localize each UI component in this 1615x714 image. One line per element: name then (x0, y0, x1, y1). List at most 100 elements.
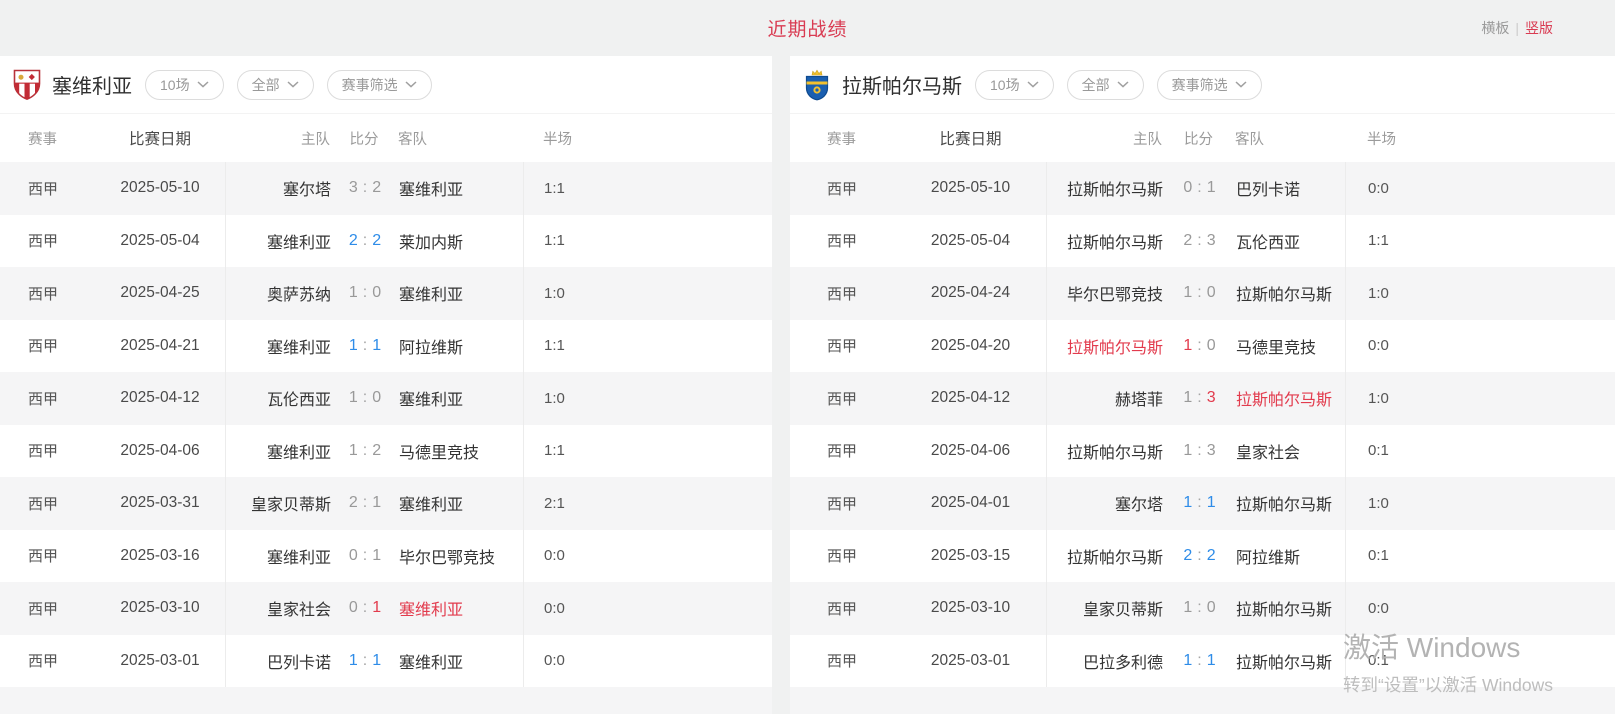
col-half: 半场 (523, 114, 772, 162)
match-row[interactable]: 西甲2025-04-25奥萨苏纳1:0塞维利亚1:0 (0, 267, 772, 320)
match-row[interactable]: 西甲2025-03-15拉斯帕尔马斯2:2阿拉维斯0:1 (790, 530, 1615, 583)
home-team: 塞维利亚 (226, 229, 331, 253)
score-colon: : (358, 547, 372, 564)
home-team: 皇家社会 (226, 596, 331, 620)
venue-filter-dropdown[interactable]: 全部 (1067, 70, 1144, 100)
home-score: 1 (349, 389, 358, 406)
range-filter-dropdown[interactable]: 10场 (975, 70, 1054, 100)
match-cell: 塞维利亚1:1阿拉维斯 (225, 320, 523, 373)
layout-horizontal-link[interactable]: 横板 (1481, 18, 1509, 38)
away-team: 塞维利亚 (399, 649, 523, 673)
home-team: 拉斯帕尔马斯 (1047, 439, 1163, 463)
col-match: 主队 比分 客队 (1046, 114, 1345, 162)
match-row[interactable]: 西甲2025-04-12瓦伦西亚1:0塞维利亚1:0 (0, 372, 772, 425)
away-score: 3 (1207, 232, 1216, 249)
halftime-cell: 1:0 (1345, 267, 1615, 320)
match-row[interactable]: 西甲2025-03-10皇家贝蒂斯1:0拉斯帕尔马斯0:0 (790, 582, 1615, 635)
col-score: 比分 (1162, 128, 1235, 149)
score-colon: : (358, 179, 372, 196)
away-team: 阿拉维斯 (399, 334, 523, 358)
home-score: 3 (349, 179, 358, 196)
match-row[interactable]: 西甲2025-04-12赫塔菲1:3拉斯帕尔马斯1:0 (790, 372, 1615, 425)
score-colon: : (358, 599, 372, 616)
away-score: 0 (372, 389, 381, 406)
match-row[interactable]: 西甲2025-05-04塞维利亚2:2莱加内斯1:1 (0, 215, 772, 268)
score: 2:3 (1163, 232, 1236, 250)
home-team: 奥萨苏纳 (226, 281, 331, 305)
match-row[interactable]: 西甲2025-04-24毕尔巴鄂竞技1:0拉斯帕尔马斯1:0 (790, 267, 1615, 320)
layout-vertical-link[interactable]: 竖版 (1525, 18, 1553, 38)
away-team: 塞维利亚 (399, 281, 523, 305)
match-row[interactable]: 西甲2025-05-10拉斯帕尔马斯0:1巴列卡诺0:0 (790, 162, 1615, 215)
match-row[interactable]: 西甲2025-03-10皇家社会0:1塞维利亚0:0 (0, 582, 772, 635)
team-name: 拉斯帕尔马斯 (842, 70, 962, 99)
match-cell: 拉斯帕尔马斯2:3瓦伦西亚 (1046, 215, 1345, 268)
competition-filter-dropdown[interactable]: 赛事筛选 (1157, 70, 1262, 100)
away-team: 拉斯帕尔马斯 (1236, 281, 1345, 305)
home-score: 1 (349, 652, 358, 669)
match-cell: 皇家贝蒂斯1:0拉斯帕尔马斯 (1046, 582, 1345, 635)
match-row[interactable]: 西甲2025-03-31皇家贝蒂斯2:1塞维利亚2:1 (0, 477, 772, 530)
home-score: 1 (1183, 337, 1192, 354)
league-cell: 西甲 (0, 650, 95, 671)
score-colon: : (1192, 232, 1206, 249)
league-cell: 西甲 (0, 598, 95, 619)
match-row[interactable]: 西甲2025-03-01巴拉多利德1:1拉斯帕尔马斯0:1 (790, 635, 1615, 688)
table-header: 赛事 比赛日期 主队 比分 客队 半场 (790, 114, 1615, 162)
home-team: 塞维利亚 (226, 544, 331, 568)
team-header: 拉斯帕尔马斯 10场 全部 赛事筛选 (790, 56, 1615, 114)
away-score: 3 (1207, 442, 1216, 459)
match-row[interactable]: 西甲2025-05-10塞尔塔3:2塞维利亚1:1 (0, 162, 772, 215)
match-cell: 塞维利亚0:1毕尔巴鄂竞技 (225, 530, 523, 583)
score-colon: : (358, 232, 372, 249)
home-team: 皇家贝蒂斯 (226, 491, 331, 515)
home-score: 1 (1183, 652, 1192, 669)
match-row[interactable]: 西甲2025-04-20拉斯帕尔马斯1:0马德里竞技0:0 (790, 320, 1615, 373)
halftime-cell: 2:1 (523, 477, 772, 530)
match-cell: 拉斯帕尔马斯0:1巴列卡诺 (1046, 162, 1345, 215)
halftime-cell: 1:1 (523, 162, 772, 215)
match-cell: 塞维利亚2:2莱加内斯 (225, 215, 523, 268)
match-cell: 瓦伦西亚1:0塞维利亚 (225, 372, 523, 425)
halftime-cell: 0:0 (523, 635, 772, 688)
away-score: 0 (1207, 337, 1216, 354)
venue-filter-dropdown[interactable]: 全部 (237, 70, 314, 100)
halftime-cell: 0:0 (1345, 582, 1615, 635)
range-filter-dropdown[interactable]: 10场 (145, 70, 224, 100)
competition-filter-dropdown[interactable]: 赛事筛选 (327, 70, 432, 100)
league-cell: 西甲 (790, 178, 895, 199)
away-team: 巴列卡诺 (1236, 176, 1345, 200)
halftime-cell: 1:1 (1345, 215, 1615, 268)
match-row[interactable]: 西甲2025-04-21塞维利亚1:1阿拉维斯1:1 (0, 320, 772, 373)
league-cell: 西甲 (790, 283, 895, 304)
score-colon: : (1192, 547, 1206, 564)
date-cell: 2025-05-10 (95, 179, 225, 197)
match-row[interactable]: 西甲2025-04-06拉斯帕尔马斯1:3皇家社会0:1 (790, 425, 1615, 478)
score-colon: : (1192, 179, 1206, 196)
team-header: 塞维利亚 10场 全部 赛事筛选 (0, 56, 772, 114)
league-cell: 西甲 (0, 493, 95, 514)
match-cell: 巴列卡诺1:1塞维利亚 (225, 635, 523, 688)
home-team: 塞尔塔 (1047, 491, 1163, 515)
league-cell: 西甲 (790, 650, 895, 671)
away-score: 1 (1207, 652, 1216, 669)
league-cell: 西甲 (790, 388, 895, 409)
match-row[interactable]: 西甲2025-04-06塞维利亚1:2马德里竞技1:1 (0, 425, 772, 478)
match-row[interactable]: 西甲2025-05-04拉斯帕尔马斯2:3瓦伦西亚1:1 (790, 215, 1615, 268)
venue-filter-label: 全部 (1082, 75, 1110, 95)
away-team: 拉斯帕尔马斯 (1236, 596, 1345, 620)
home-team: 拉斯帕尔马斯 (1047, 229, 1163, 253)
away-team: 塞维利亚 (399, 491, 523, 515)
match-row[interactable]: 西甲2025-03-01巴列卡诺1:1塞维利亚0:0 (0, 635, 772, 688)
match-row[interactable]: 西甲2025-03-16塞维利亚0:1毕尔巴鄂竞技0:0 (0, 530, 772, 583)
league-cell: 西甲 (790, 545, 895, 566)
league-cell: 西甲 (0, 388, 95, 409)
score: 2:2 (1163, 547, 1236, 565)
home-score: 1 (349, 442, 358, 459)
score-colon: : (1192, 652, 1206, 669)
match-row[interactable]: 西甲2025-04-01塞尔塔1:1拉斯帕尔马斯1:0 (790, 477, 1615, 530)
away-team: 塞维利亚 (399, 596, 523, 620)
match-row-partial (790, 687, 1615, 714)
league-cell: 西甲 (0, 283, 95, 304)
home-team: 毕尔巴鄂竞技 (1047, 281, 1163, 305)
